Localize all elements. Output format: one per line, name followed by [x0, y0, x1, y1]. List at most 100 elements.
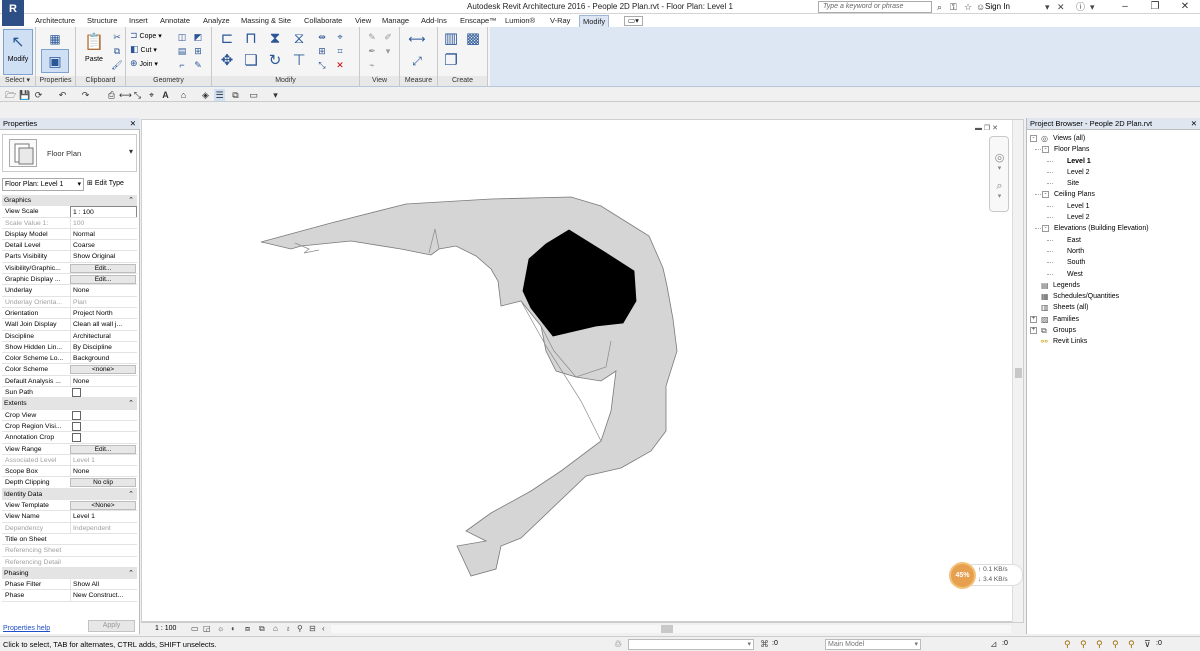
select-underlay-icon[interactable]: ⚲ [1080, 638, 1087, 651]
expand-toggle-icon[interactable]: + [1030, 327, 1037, 335]
network-percent-badge[interactable]: 45% [949, 562, 976, 589]
filter-status-icon[interactable]: ⊽ [1144, 638, 1151, 651]
tab-vray[interactable]: V-Ray [547, 15, 573, 27]
switch-windows-icon[interactable]: ▭ [248, 89, 259, 101]
collapse-toggle-icon[interactable]: - [1030, 135, 1037, 142]
vertical-scroll-thumb[interactable] [1015, 368, 1022, 378]
beam-join-icon[interactable]: ⌐ [176, 59, 188, 71]
create-assembly-icon[interactable]: ▥ [442, 30, 460, 48]
properties-help-link[interactable]: Properties help [3, 625, 50, 632]
browser-tree-item[interactable]: Level 2 [1029, 212, 1199, 223]
offset-icon[interactable]: ⊓ [242, 30, 260, 48]
unpin-icon[interactable]: ⌖ [334, 31, 346, 43]
worksets-icon[interactable]: ♲ [614, 638, 622, 651]
override-graphics-icon[interactable]: ✐ [382, 31, 394, 43]
search-icon[interactable]: ⌕ [937, 1, 942, 13]
tab-manage[interactable]: Manage [379, 15, 412, 27]
create-parts-icon[interactable]: ▩ [464, 30, 482, 48]
property-section-header[interactable]: Identity Data ⌃ [2, 488, 137, 501]
select-group-label[interactable]: Select ▾ [0, 76, 35, 86]
expand-toggle-icon[interactable]: + [1030, 315, 1037, 323]
design-option-dropdown[interactable]: Main Model ▾ [825, 639, 921, 650]
tab-view[interactable]: View [352, 15, 374, 27]
ribbon-minimize-toggle[interactable]: ▭▾ [624, 16, 643, 26]
visual-style-icon[interactable]: ◲ [203, 623, 211, 634]
application-menu-button[interactable]: R [2, 0, 24, 26]
browser-tree-item[interactable]: ▥ Sheets (all) [1029, 302, 1199, 313]
browser-tree-item[interactable]: Site [1029, 178, 1199, 189]
horizontal-scrollbar[interactable] [331, 625, 1011, 633]
tab-lumion[interactable]: Lumion® [502, 15, 538, 27]
property-section-header[interactable]: Graphics ⌃ [2, 195, 137, 207]
collapse-caret-icon[interactable]: ⌃ [128, 398, 134, 408]
type-properties-button[interactable]: ▦ [41, 31, 69, 46]
browser-tree-item[interactable]: East [1029, 235, 1199, 246]
browser-tree-item[interactable]: - ◎ Views (all) [1029, 133, 1199, 144]
property-value[interactable]: None [70, 466, 137, 477]
pin-icon[interactable]: ⌗ [334, 45, 346, 57]
crop-region-icon[interactable]: ⧉ [259, 623, 265, 634]
property-value[interactable]: 1 : 100 [70, 206, 137, 217]
people-figure-shape[interactable] [260, 196, 678, 577]
scale-icon[interactable]: ⤡ [316, 59, 328, 71]
close-icon[interactable]: ✕ [130, 118, 136, 130]
collapse-toggle-icon[interactable]: - [1042, 191, 1049, 199]
browser-tree-item[interactable]: + ▨ Families [1029, 314, 1199, 325]
tab-insert[interactable]: Insert [126, 15, 151, 27]
browser-tree-item[interactable]: - Elevations (Building Elevation) [1029, 223, 1199, 234]
aligned-dimension-icon[interactable]: ⤡ [132, 89, 143, 101]
cut-geometry-button[interactable]: ◧ Cut ▾ [130, 44, 157, 56]
drag-elements-icon[interactable]: ⚲ [1128, 638, 1135, 651]
properties-toggle-button[interactable]: ▣ [41, 49, 69, 73]
help-dropdown-icon[interactable]: ▾ [1090, 1, 1095, 13]
crop-view-icon[interactable]: ⧈ [245, 623, 250, 634]
steering-wheel-icon[interactable]: ◎ [992, 151, 1007, 166]
measure-qa-icon[interactable]: ⟷ [119, 89, 132, 101]
open-icon[interactable]: 🗁 [5, 89, 16, 101]
copy-icon[interactable]: ⧉ [111, 45, 123, 57]
detail-level-icon[interactable]: ▭ [191, 623, 199, 634]
browser-tree-item[interactable]: - Floor Plans [1029, 144, 1199, 155]
cut-scissors-icon[interactable]: ✂ [111, 31, 123, 43]
property-value[interactable]: New Construct... [70, 590, 137, 601]
shadows-icon[interactable]: ◐ [231, 623, 236, 634]
customize-qat-icon[interactable]: ▾ [270, 89, 281, 101]
browser-tree-item[interactable]: West [1029, 269, 1199, 280]
property-checkbox[interactable] [72, 388, 81, 398]
property-value[interactable]: Level 1 [70, 511, 137, 522]
property-value[interactable]: Show Original [70, 251, 137, 262]
tab-collaborate[interactable]: Collaborate [301, 15, 345, 27]
property-value[interactable]: Clean all wall j... [70, 319, 137, 330]
scroll-left-icon[interactable]: ‹ [322, 623, 325, 634]
property-value[interactable]: Background [70, 353, 137, 364]
trim-extend-icon[interactable]: ⊤ [290, 52, 308, 70]
move-icon[interactable]: ✥ [218, 52, 236, 70]
save-icon[interactable]: 💾 [19, 89, 30, 101]
create-group-icon[interactable]: ❐ [442, 52, 460, 70]
cope-button[interactable]: ⊐ Cope ▾ [130, 30, 162, 42]
property-value[interactable]: None [70, 285, 137, 296]
property-edit-button[interactable]: Edit... [70, 275, 136, 285]
select-pinned-icon[interactable]: ⚲ [1096, 638, 1103, 651]
close-window-button[interactable]: ✕ [1170, 0, 1200, 14]
tab-modify[interactable]: Modify [579, 15, 610, 27]
view-scale[interactable]: 1 : 100 [155, 624, 176, 634]
tab-enscape[interactable]: Enscape™ [457, 15, 500, 27]
linework-icon[interactable]: ✒ [366, 45, 378, 57]
tag-icon[interactable]: ⌖ [146, 89, 157, 101]
sync-icon[interactable]: ⟳ [33, 89, 44, 101]
chevron-down-icon[interactable]: ▾ [129, 147, 133, 156]
browser-tree-item[interactable]: Level 1 [1029, 156, 1199, 167]
minimize-button[interactable]: – [1110, 0, 1140, 14]
workset-dropdown[interactable]: ▾ [628, 639, 754, 650]
print-icon[interactable]: ⎙ [106, 89, 117, 101]
undo-icon[interactable]: ↶ [57, 89, 68, 101]
tab-structure[interactable]: Structure [84, 15, 120, 27]
collapse-caret-icon[interactable]: ⌃ [128, 489, 134, 499]
sun-path-icon[interactable]: ☼ [217, 623, 224, 634]
property-value[interactable]: Coarse [70, 240, 137, 251]
chevron-down-icon[interactable]: ▾ [1045, 1, 1050, 13]
tab-analyze[interactable]: Analyze [200, 15, 233, 27]
type-selector[interactable]: Floor Plan ▾ [2, 134, 137, 172]
analytical-model-icon[interactable]: ⊟ [309, 623, 316, 634]
